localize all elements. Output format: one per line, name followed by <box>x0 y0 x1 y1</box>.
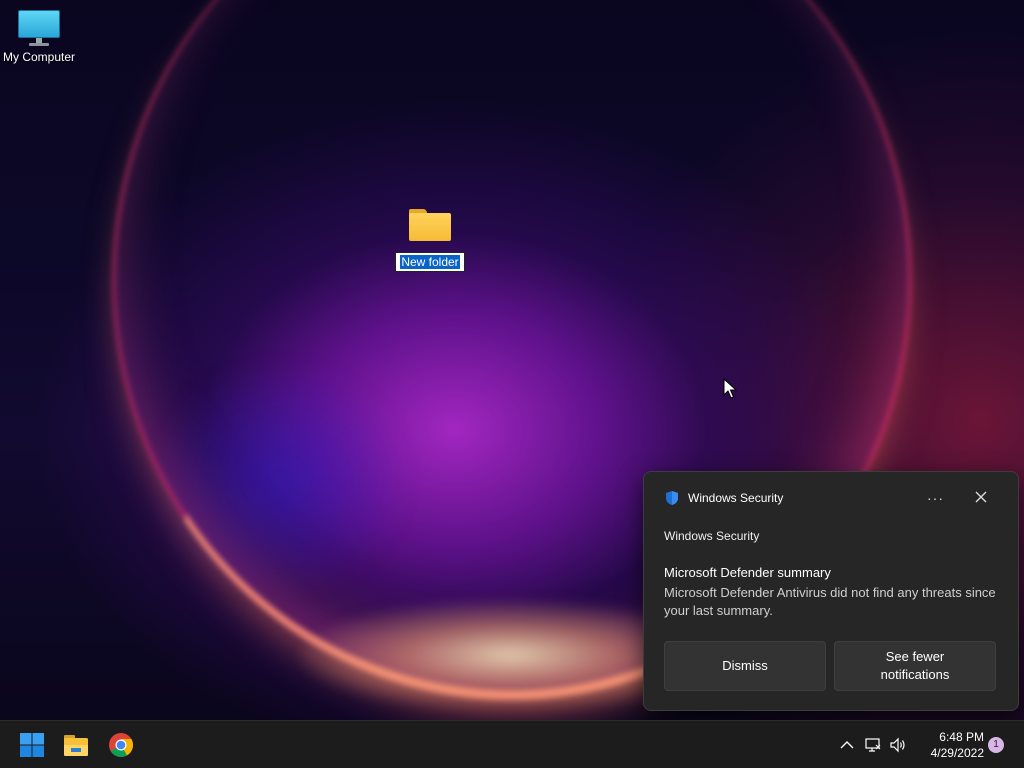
toast-app-name: Windows Security <box>688 491 784 505</box>
notification-count-badge[interactable]: 1 <box>988 737 1004 753</box>
desktop-icon-label: My Computer <box>2 50 76 64</box>
see-fewer-notifications-button[interactable]: See fewer notifications <box>834 641 996 691</box>
toast-body: Microsoft Defender Antivirus did not fin… <box>664 585 996 618</box>
chrome-icon[interactable] <box>107 731 135 759</box>
more-options-icon[interactable]: ··· <box>927 489 944 507</box>
chevron-up-icon[interactable] <box>838 736 856 754</box>
rename-input-selected-text: New folder <box>400 255 460 269</box>
shield-icon <box>666 491 678 505</box>
close-icon[interactable] <box>974 490 988 504</box>
dismiss-button[interactable]: Dismiss <box>664 641 826 691</box>
rename-input[interactable]: New folder <box>395 252 465 272</box>
desktop-icon-my-computer[interactable]: My Computer <box>0 8 78 64</box>
clock-date: 4/29/2022 <box>930 746 984 760</box>
file-explorer-icon[interactable] <box>62 731 90 759</box>
folder-icon <box>408 207 452 241</box>
start-icon[interactable] <box>18 731 46 759</box>
computer-icon <box>18 8 60 46</box>
toast-title: Microsoft Defender summary <box>664 565 831 580</box>
notification-toast[interactable]: Windows Security ··· Windows Security Mi… <box>643 471 1019 711</box>
mouse-cursor-icon <box>723 378 737 399</box>
network-icon[interactable] <box>864 736 882 754</box>
volume-icon[interactable] <box>889 736 907 754</box>
toast-header: Windows Security ··· <box>664 489 1002 507</box>
desktop-icon-new-folder[interactable]: New folder <box>394 207 466 272</box>
clock[interactable]: 6:48 PM 4/29/2022 <box>914 729 984 761</box>
taskbar: 6:48 PM 4/29/2022 1 <box>0 720 1024 768</box>
toast-source: Windows Security <box>664 529 760 543</box>
clock-time: 6:48 PM <box>939 730 984 744</box>
